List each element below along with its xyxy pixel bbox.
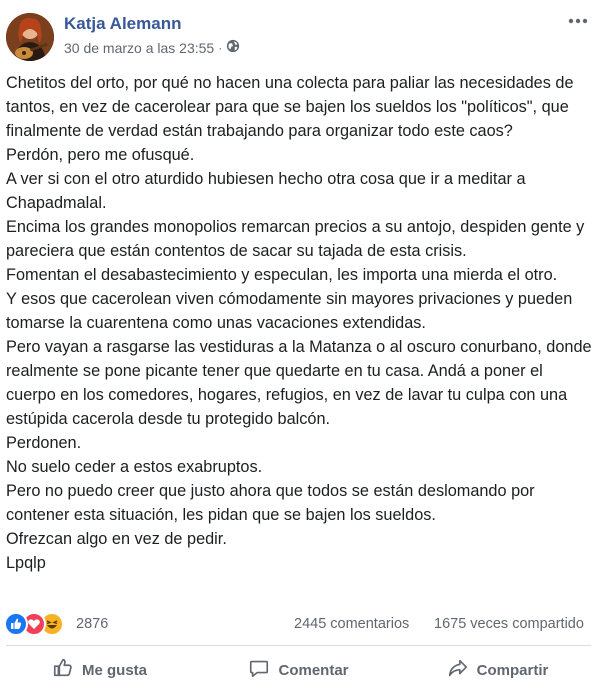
share-label: Compartir xyxy=(476,661,549,679)
post-header: Katja Alemann 30 de marzo a las 23:55 · xyxy=(6,10,591,62)
globe-icon[interactable] xyxy=(226,39,240,56)
comment-button[interactable]: Comentar xyxy=(199,650,398,690)
comments-count[interactable]: 2445 comentarios xyxy=(294,616,409,632)
post-body: Chetitos del orto, por qué no hacen una … xyxy=(6,74,592,572)
more-options-icon[interactable] xyxy=(567,14,589,28)
like-icon[interactable] xyxy=(4,612,28,636)
like-button[interactable]: Me gusta xyxy=(0,650,199,690)
thumbs-up-icon xyxy=(52,657,74,683)
reactions-bar: 2876 2445 comentarios 1675 veces compart… xyxy=(4,612,597,638)
action-bar: Me gusta Comentar Compartir xyxy=(0,650,597,690)
author-name[interactable]: Katja Alemann xyxy=(64,14,181,34)
post-meta: 30 de marzo a las 23:55 · xyxy=(64,39,240,56)
comment-icon xyxy=(248,657,270,683)
meta-separator: · xyxy=(218,40,223,55)
like-label: Me gusta xyxy=(81,661,147,679)
reaction-count[interactable]: 2876 xyxy=(76,616,108,632)
post-timestamp[interactable]: 30 de marzo a las 23:55 xyxy=(64,40,214,56)
reaction-icons[interactable] xyxy=(4,612,64,636)
divider xyxy=(6,645,591,646)
shares-count[interactable]: 1675 veces compartido xyxy=(434,616,584,632)
share-icon xyxy=(447,657,469,683)
avatar[interactable] xyxy=(6,13,54,61)
share-button[interactable]: Compartir xyxy=(398,650,597,690)
comment-label: Comentar xyxy=(278,661,349,679)
